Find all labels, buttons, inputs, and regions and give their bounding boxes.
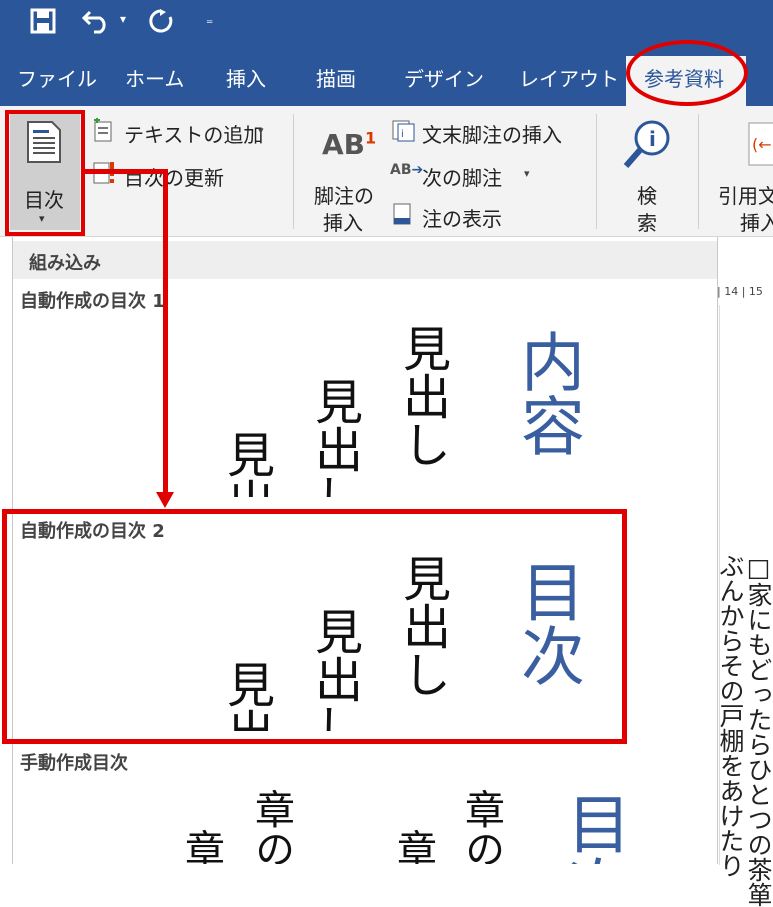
annotation-arrow-line	[85, 169, 168, 174]
endnote-icon: i	[392, 120, 416, 146]
add-text-dropdown-icon[interactable]: ▾	[258, 124, 264, 137]
auto-toc-1-entry: 見出し	[306, 377, 362, 497]
references-highlight-circle	[626, 40, 748, 106]
next-footnote-icon: AB➔	[390, 162, 424, 178]
search-info-icon[interactable]: i	[622, 118, 672, 176]
svg-text:(←: (←	[752, 135, 772, 154]
citation-label-line1[interactable]: 引用文	[718, 180, 773, 209]
redo-icon[interactable]	[148, 8, 174, 40]
gallery-header: 組み込み	[13, 241, 717, 279]
ribbon-separator	[698, 114, 699, 229]
show-notes-icon	[392, 202, 414, 230]
ribbon-separator	[596, 114, 597, 229]
title-bar: ▾ ₌	[0, 0, 773, 50]
next-footnote-dropdown-icon[interactable]: ▾	[524, 167, 530, 180]
auto-toc-1-preview: 内容 見出し 見出し 見出	[13, 317, 717, 497]
auto-toc-1-title: 自動作成の目次 1	[20, 291, 165, 312]
manual-toc-entry: 章の	[390, 829, 436, 864]
gallery-header-label: 組み込み	[29, 253, 101, 274]
document-text-line: ぶんからその戸棚をあけたり	[716, 553, 745, 878]
toc-button-highlight-box	[5, 110, 85, 236]
customize-toolbar-icon[interactable]: ₌	[206, 12, 213, 28]
tab-design[interactable]: デザイン	[404, 63, 484, 92]
annotation-arrowhead	[156, 492, 174, 508]
tab-file[interactable]: ファイル	[17, 63, 97, 92]
manual-toc-entry: 章の	[178, 829, 224, 864]
manual-toc-preview: 目次 章の 章の 章の 章の	[13, 783, 717, 864]
auto-toc-1-entry: 見出し	[394, 324, 450, 468]
tab-draw[interactable]: 描画	[316, 63, 356, 92]
undo-dropdown-icon[interactable]: ▾	[120, 12, 126, 26]
update-table-button[interactable]: 目次の更新	[124, 162, 224, 191]
ribbon-separator	[293, 114, 294, 229]
manual-toc-heading: 目次	[556, 791, 630, 864]
tab-home[interactable]: ホーム	[125, 63, 184, 92]
show-notes-button[interactable]: 注の表示	[422, 203, 502, 232]
next-footnote-button[interactable]: 次の脚注	[422, 162, 502, 191]
svg-text:i: i	[649, 127, 656, 151]
footnote-label-line1[interactable]: 脚注の	[314, 180, 374, 209]
auto-toc-1-entry: 見出	[218, 430, 274, 497]
auto-toc-2-highlight-box	[2, 509, 627, 744]
manual-toc-title: 手動作成目次	[20, 753, 128, 774]
footnote-icon: AB1	[322, 128, 377, 161]
ruler: | 14 | 15	[717, 285, 763, 298]
tab-layout[interactable]: レイアウト	[519, 63, 619, 92]
svg-text:i: i	[401, 129, 404, 140]
insert-endnote-button[interactable]: 文末脚注の挿入	[422, 119, 562, 148]
undo-icon[interactable]	[81, 8, 112, 40]
footnote-label-line2[interactable]: 挿入	[323, 207, 363, 236]
auto-toc-1-heading: 内容	[510, 329, 584, 457]
add-text-icon	[92, 117, 114, 146]
search-label-line1[interactable]: 検	[637, 180, 657, 209]
tab-insert[interactable]: 挿入	[226, 63, 266, 92]
update-table-icon	[92, 160, 116, 190]
citation-icon[interactable]: (←	[748, 122, 773, 170]
document-page[interactable]: □家にもどったらひとつの茶箪 ぶんからその戸棚をあけたり	[716, 305, 773, 907]
add-text-button[interactable]: テキストの追加	[124, 119, 263, 148]
gallery-item-manual-toc[interactable]: 手動作成目次 目次 章の 章の 章の 章の	[13, 743, 717, 864]
save-icon[interactable]	[30, 8, 56, 40]
manual-toc-entry: 章の	[458, 789, 504, 864]
document-text-line: □家にもどったらひとつの茶箪	[744, 553, 773, 907]
citation-label-line2[interactable]: 挿入	[740, 207, 773, 236]
search-label-line2[interactable]: 索	[637, 207, 657, 236]
annotation-arrow-line	[163, 169, 168, 495]
document-area: | 14 | 15 □家にもどったらひとつの茶箪 ぶんからその戸棚をあけたり	[716, 237, 773, 907]
manual-toc-entry: 章の	[248, 789, 294, 864]
gallery-item-auto-toc-1[interactable]: 自動作成の目次 1 内容 見出し 見出し 見出	[13, 281, 717, 503]
